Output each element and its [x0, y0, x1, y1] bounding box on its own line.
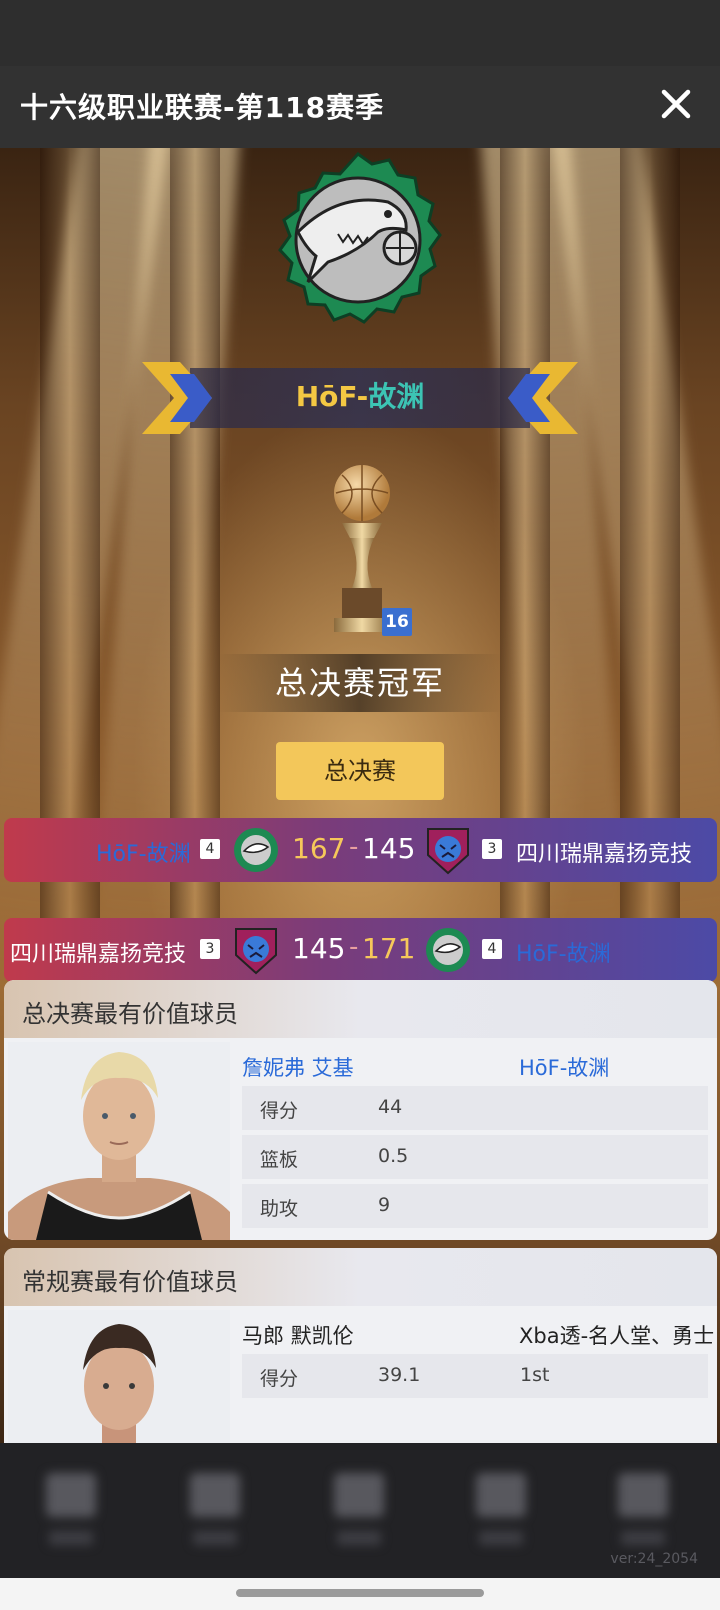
- version-label: ver:24_2054: [610, 1551, 698, 1567]
- finals-mvp-team-name[interactable]: HōF-故渊: [519, 1052, 609, 1082]
- finals-mvp-player-name[interactable]: 詹妮弗 艾基: [242, 1052, 354, 1082]
- status-bar: [0, 0, 720, 66]
- champion-label: 总决赛冠军: [218, 654, 502, 712]
- stat-value: 0.5: [378, 1145, 409, 1167]
- nav-item-3[interactable]: [324, 1473, 394, 1545]
- regular-mvp-card: 常规赛最有价值球员 马郎 默凯伦 Xba透-名人堂、勇士 得分 39.1 1st: [4, 1248, 717, 1443]
- wolf-team-icon: [427, 828, 469, 875]
- left-team-name: HōF-故渊: [96, 842, 191, 867]
- right-team-name: 四川瑞鼎嘉扬竞技: [516, 842, 693, 867]
- score-separator: -: [349, 832, 359, 862]
- blurred-icon: [334, 1473, 384, 1517]
- stat-row: 篮板 0.5: [242, 1135, 708, 1179]
- sharks-team-icon: [234, 828, 278, 872]
- nav-item-2[interactable]: [180, 1473, 250, 1545]
- left-team-score: 167: [292, 832, 346, 865]
- stat-rank: 1st: [520, 1364, 550, 1386]
- finals-game-row[interactable]: 四川瑞鼎嘉扬竞技 3 145 - 171 4 HōF-故渊: [4, 918, 717, 982]
- title-bar: 十六级职业联赛-第118赛季: [0, 66, 720, 148]
- left-team-score: 145: [292, 932, 346, 965]
- player-avatar: [8, 1042, 230, 1240]
- finals-mvp-card: 总决赛最有价值球员 詹妮弗 艾基 HōF-故渊 得分 44 篮板 0.5 助攻 …: [4, 980, 717, 1240]
- left-team-name: 四川瑞鼎嘉扬竞技: [10, 942, 187, 967]
- stat-value: 9: [378, 1194, 391, 1216]
- blurred-icon: [46, 1473, 96, 1517]
- nav-item-1[interactable]: [36, 1473, 106, 1545]
- regular-mvp-team-name[interactable]: Xba透-名人堂、勇士: [519, 1320, 714, 1350]
- wolf-team-icon: [235, 928, 277, 975]
- home-indicator[interactable]: [236, 1589, 484, 1597]
- right-team-seed: 4: [482, 939, 502, 959]
- stat-row: 得分 39.1 1st: [242, 1354, 708, 1398]
- champion-banner: HōF-故渊: [140, 358, 580, 438]
- stat-row: 得分 44: [242, 1086, 708, 1130]
- regular-mvp-title: 常规赛最有价值球员: [22, 1268, 238, 1296]
- nav-item-4[interactable]: [466, 1473, 536, 1545]
- left-team-seed: 3: [200, 939, 220, 959]
- right-team-score: 145: [362, 832, 416, 865]
- left-team-seed: 4: [200, 839, 220, 859]
- champion-team-name: HōF-故渊: [295, 380, 425, 413]
- stat-label: 助攻: [260, 1198, 299, 1220]
- score-separator: -: [349, 932, 359, 962]
- finals-button[interactable]: 总决赛: [276, 742, 444, 800]
- system-home-bar: [0, 1578, 720, 1610]
- close-icon[interactable]: [656, 84, 696, 124]
- champion-team-logo: [278, 152, 442, 324]
- stat-value: 44: [378, 1096, 403, 1118]
- stat-label: 得分: [260, 1368, 299, 1390]
- champion-stage: HōF-故渊 16 总决赛冠军 总决赛 HōF-故渊 4 167 - 145 3…: [0, 148, 720, 1443]
- right-team-name: HōF-故渊: [516, 942, 611, 967]
- stat-value: 39.1: [378, 1364, 421, 1386]
- player-avatar: [8, 1310, 230, 1443]
- blurred-icon: [476, 1473, 526, 1517]
- right-team-score: 171: [362, 932, 416, 965]
- stat-row: 助攻 9: [242, 1184, 708, 1228]
- right-team-seed: 3: [482, 839, 502, 859]
- blurred-icon: [190, 1473, 240, 1517]
- nav-item-5[interactable]: [608, 1473, 678, 1545]
- page-title: 十六级职业联赛-第118赛季: [20, 91, 385, 124]
- finals-mvp-title: 总决赛最有价值球员: [22, 1000, 238, 1028]
- trophy-count-badge: 16: [382, 608, 412, 636]
- stat-label: 篮板: [260, 1149, 299, 1171]
- blurred-icon: [618, 1473, 668, 1517]
- sharks-team-icon: [426, 928, 470, 972]
- bottom-nav: ver:24_2054: [0, 1443, 720, 1578]
- finals-game-row[interactable]: HōF-故渊 4 167 - 145 3 四川瑞鼎嘉扬竞技: [4, 818, 717, 882]
- regular-mvp-player-name[interactable]: 马郎 默凯伦: [242, 1320, 354, 1350]
- stat-label: 得分: [260, 1100, 299, 1122]
